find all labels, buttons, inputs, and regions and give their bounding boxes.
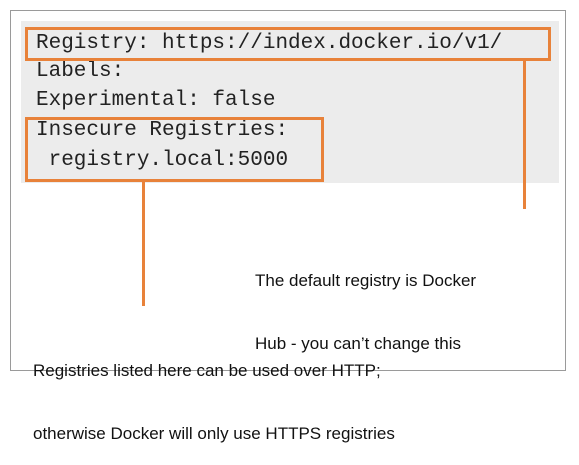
insecure-registries-highlight-box [25,117,324,182]
insecure-registries-annotation: Registries listed here can be used over … [33,318,395,465]
insecure-registries-annotation-line-1: Registries listed here can be used over … [33,361,381,380]
labels-line: Labels: [36,60,125,83]
default-registry-annotation-line-1: The default registry is Docker [255,271,477,290]
experimental-line: Experimental: false [36,89,276,112]
insecure-registries-annotation-line-2: otherwise Docker will only use HTTPS reg… [33,424,395,443]
registry-highlight-box [25,27,551,61]
default-registry-connector [523,61,526,209]
insecure-registries-connector [142,182,145,306]
